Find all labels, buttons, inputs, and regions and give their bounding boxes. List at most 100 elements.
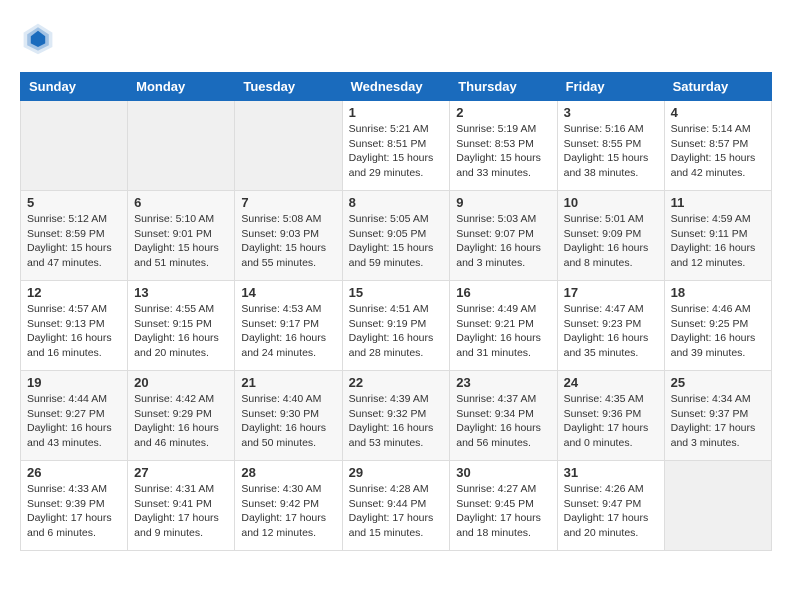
calendar-cell: 21 Sunrise: 4:40 AM Sunset: 9:30 PM Dayli… bbox=[235, 371, 342, 461]
calendar-cell: 16 Sunrise: 4:49 AM Sunset: 9:21 PM Dayli… bbox=[450, 281, 557, 371]
calendar-cell: 19Sunrise: 4:44 AM Sunset: 9:27 PM Dayli… bbox=[21, 371, 128, 461]
day-number: 18 bbox=[671, 285, 765, 300]
day-info: Sunrise: 4:33 AM Sunset: 9:39 PM Dayligh… bbox=[27, 482, 121, 541]
day-info: Sunrise: 4:26 AM Sunset: 9:47 PM Dayligh… bbox=[564, 482, 658, 541]
day-number: 6 bbox=[134, 195, 228, 210]
calendar-cell: 14 Sunrise: 4:53 AM Sunset: 9:17 PM Dayli… bbox=[235, 281, 342, 371]
day-info: Sunrise: 5:21 AM Sunset: 8:51 PM Dayligh… bbox=[349, 122, 444, 181]
calendar-cell: 28 Sunrise: 4:30 AM Sunset: 9:42 PM Dayli… bbox=[235, 461, 342, 551]
calendar-cell: 10Sunrise: 5:01 AM Sunset: 9:09 PM Dayli… bbox=[557, 191, 664, 281]
day-number: 27 bbox=[134, 465, 228, 480]
day-number: 21 bbox=[241, 375, 335, 390]
day-number: 20 bbox=[134, 375, 228, 390]
day-info: Sunrise: 4:30 AM Sunset: 9:42 PM Dayligh… bbox=[241, 482, 335, 541]
calendar-cell: 9 Sunrise: 5:03 AM Sunset: 9:07 PM Daylig… bbox=[450, 191, 557, 281]
weekday-header-thursday: Thursday bbox=[450, 73, 557, 101]
day-number: 23 bbox=[456, 375, 550, 390]
day-info: Sunrise: 4:47 AM Sunset: 9:23 PM Dayligh… bbox=[564, 302, 658, 361]
day-number: 22 bbox=[349, 375, 444, 390]
day-number: 7 bbox=[241, 195, 335, 210]
day-info: Sunrise: 5:16 AM Sunset: 8:55 PM Dayligh… bbox=[564, 122, 658, 181]
calendar-cell: 15 Sunrise: 4:51 AM Sunset: 9:19 PM Dayli… bbox=[342, 281, 450, 371]
weekday-header-sunday: Sunday bbox=[21, 73, 128, 101]
day-info: Sunrise: 4:42 AM Sunset: 9:29 PM Dayligh… bbox=[134, 392, 228, 451]
calendar-cell: 12 Sunrise: 4:57 AM Sunset: 9:13 PM Dayli… bbox=[21, 281, 128, 371]
day-info: Sunrise: 4:51 AM Sunset: 9:19 PM Dayligh… bbox=[349, 302, 444, 361]
day-number: 25 bbox=[671, 375, 765, 390]
weekday-header-row: SundayMondayTuesdayWednesdayThursdayFrid… bbox=[21, 73, 772, 101]
day-number: 12 bbox=[27, 285, 121, 300]
day-number: 4 bbox=[671, 105, 765, 120]
day-number: 9 bbox=[456, 195, 550, 210]
calendar-cell: 1 Sunrise: 5:21 AM Sunset: 8:51 PM Daylig… bbox=[342, 101, 450, 191]
logo bbox=[20, 20, 62, 56]
day-number: 15 bbox=[349, 285, 444, 300]
day-number: 28 bbox=[241, 465, 335, 480]
day-info: Sunrise: 5:10 AM Sunset: 9:01 PM Dayligh… bbox=[134, 212, 228, 271]
day-info: Sunrise: 5:05 AM Sunset: 9:05 PM Dayligh… bbox=[349, 212, 444, 271]
day-number: 17 bbox=[564, 285, 658, 300]
day-number: 24 bbox=[564, 375, 658, 390]
calendar-cell: 30Sunrise: 4:27 AM Sunset: 9:45 PM Dayli… bbox=[450, 461, 557, 551]
day-info: Sunrise: 4:53 AM Sunset: 9:17 PM Dayligh… bbox=[241, 302, 335, 361]
calendar-week-row: 26 Sunrise: 4:33 AM Sunset: 9:39 PM Dayli… bbox=[21, 461, 772, 551]
calendar-cell: 18 Sunrise: 4:46 AM Sunset: 9:25 PM Dayli… bbox=[664, 281, 771, 371]
day-number: 11 bbox=[671, 195, 765, 210]
calendar-week-row: 5 Sunrise: 5:12 AM Sunset: 8:59 PM Daylig… bbox=[21, 191, 772, 281]
day-info: Sunrise: 4:27 AM Sunset: 9:45 PM Dayligh… bbox=[456, 482, 550, 541]
day-info: Sunrise: 4:59 AM Sunset: 9:11 PM Dayligh… bbox=[671, 212, 765, 271]
day-info: Sunrise: 4:40 AM Sunset: 9:30 PM Dayligh… bbox=[241, 392, 335, 451]
calendar-cell: 13 Sunrise: 4:55 AM Sunset: 9:15 PM Dayli… bbox=[128, 281, 235, 371]
day-number: 16 bbox=[456, 285, 550, 300]
calendar-cell: 2 Sunrise: 5:19 AM Sunset: 8:53 PM Daylig… bbox=[450, 101, 557, 191]
day-number: 2 bbox=[456, 105, 550, 120]
calendar-cell: 11 Sunrise: 4:59 AM Sunset: 9:11 PM Dayli… bbox=[664, 191, 771, 281]
calendar-cell bbox=[21, 101, 128, 191]
day-number: 13 bbox=[134, 285, 228, 300]
weekday-header-wednesday: Wednesday bbox=[342, 73, 450, 101]
calendar-cell: 24 Sunrise: 4:35 AM Sunset: 9:36 PM Dayli… bbox=[557, 371, 664, 461]
calendar-cell: 8 Sunrise: 5:05 AM Sunset: 9:05 PM Daylig… bbox=[342, 191, 450, 281]
day-info: Sunrise: 4:37 AM Sunset: 9:34 PM Dayligh… bbox=[456, 392, 550, 451]
day-number: 8 bbox=[349, 195, 444, 210]
calendar-cell: 17 Sunrise: 4:47 AM Sunset: 9:23 PM Dayli… bbox=[557, 281, 664, 371]
day-info: Sunrise: 5:08 AM Sunset: 9:03 PM Dayligh… bbox=[241, 212, 335, 271]
calendar-cell: 5 Sunrise: 5:12 AM Sunset: 8:59 PM Daylig… bbox=[21, 191, 128, 281]
calendar-cell: 23 Sunrise: 4:37 AM Sunset: 9:34 PM Dayli… bbox=[450, 371, 557, 461]
calendar-cell: 6 Sunrise: 5:10 AM Sunset: 9:01 PM Daylig… bbox=[128, 191, 235, 281]
calendar-cell: 26 Sunrise: 4:33 AM Sunset: 9:39 PM Dayli… bbox=[21, 461, 128, 551]
calendar-cell: 3 Sunrise: 5:16 AM Sunset: 8:55 PM Daylig… bbox=[557, 101, 664, 191]
day-info: Sunrise: 5:12 AM Sunset: 8:59 PM Dayligh… bbox=[27, 212, 121, 271]
page-header bbox=[20, 20, 772, 56]
calendar-cell bbox=[128, 101, 235, 191]
day-info: Sunrise: 4:31 AM Sunset: 9:41 PM Dayligh… bbox=[134, 482, 228, 541]
day-info: Sunrise: 4:55 AM Sunset: 9:15 PM Dayligh… bbox=[134, 302, 228, 361]
calendar-cell: 27 Sunrise: 4:31 AM Sunset: 9:41 PM Dayli… bbox=[128, 461, 235, 551]
day-info: Sunrise: 4:57 AM Sunset: 9:13 PM Dayligh… bbox=[27, 302, 121, 361]
logo-icon bbox=[20, 20, 56, 56]
day-number: 1 bbox=[349, 105, 444, 120]
day-info: Sunrise: 4:49 AM Sunset: 9:21 PM Dayligh… bbox=[456, 302, 550, 361]
day-info: Sunrise: 4:44 AM Sunset: 9:27 PM Dayligh… bbox=[27, 392, 121, 451]
day-info: Sunrise: 4:35 AM Sunset: 9:36 PM Dayligh… bbox=[564, 392, 658, 451]
calendar-week-row: 1 Sunrise: 5:21 AM Sunset: 8:51 PM Daylig… bbox=[21, 101, 772, 191]
day-info: Sunrise: 4:34 AM Sunset: 9:37 PM Dayligh… bbox=[671, 392, 765, 451]
weekday-header-saturday: Saturday bbox=[664, 73, 771, 101]
day-number: 29 bbox=[349, 465, 444, 480]
day-number: 5 bbox=[27, 195, 121, 210]
day-info: Sunrise: 5:03 AM Sunset: 9:07 PM Dayligh… bbox=[456, 212, 550, 271]
weekday-header-friday: Friday bbox=[557, 73, 664, 101]
calendar-cell: 31Sunrise: 4:26 AM Sunset: 9:47 PM Dayli… bbox=[557, 461, 664, 551]
day-info: Sunrise: 5:01 AM Sunset: 9:09 PM Dayligh… bbox=[564, 212, 658, 271]
calendar-week-row: 19Sunrise: 4:44 AM Sunset: 9:27 PM Dayli… bbox=[21, 371, 772, 461]
calendar-cell: 7 Sunrise: 5:08 AM Sunset: 9:03 PM Daylig… bbox=[235, 191, 342, 281]
weekday-header-tuesday: Tuesday bbox=[235, 73, 342, 101]
calendar-table: SundayMondayTuesdayWednesdayThursdayFrid… bbox=[20, 72, 772, 551]
day-info: Sunrise: 5:19 AM Sunset: 8:53 PM Dayligh… bbox=[456, 122, 550, 181]
day-info: Sunrise: 4:46 AM Sunset: 9:25 PM Dayligh… bbox=[671, 302, 765, 361]
calendar-cell: 29Sunrise: 4:28 AM Sunset: 9:44 PM Dayli… bbox=[342, 461, 450, 551]
day-number: 14 bbox=[241, 285, 335, 300]
day-number: 26 bbox=[27, 465, 121, 480]
day-number: 3 bbox=[564, 105, 658, 120]
calendar-cell: 4Sunrise: 5:14 AM Sunset: 8:57 PM Daylig… bbox=[664, 101, 771, 191]
